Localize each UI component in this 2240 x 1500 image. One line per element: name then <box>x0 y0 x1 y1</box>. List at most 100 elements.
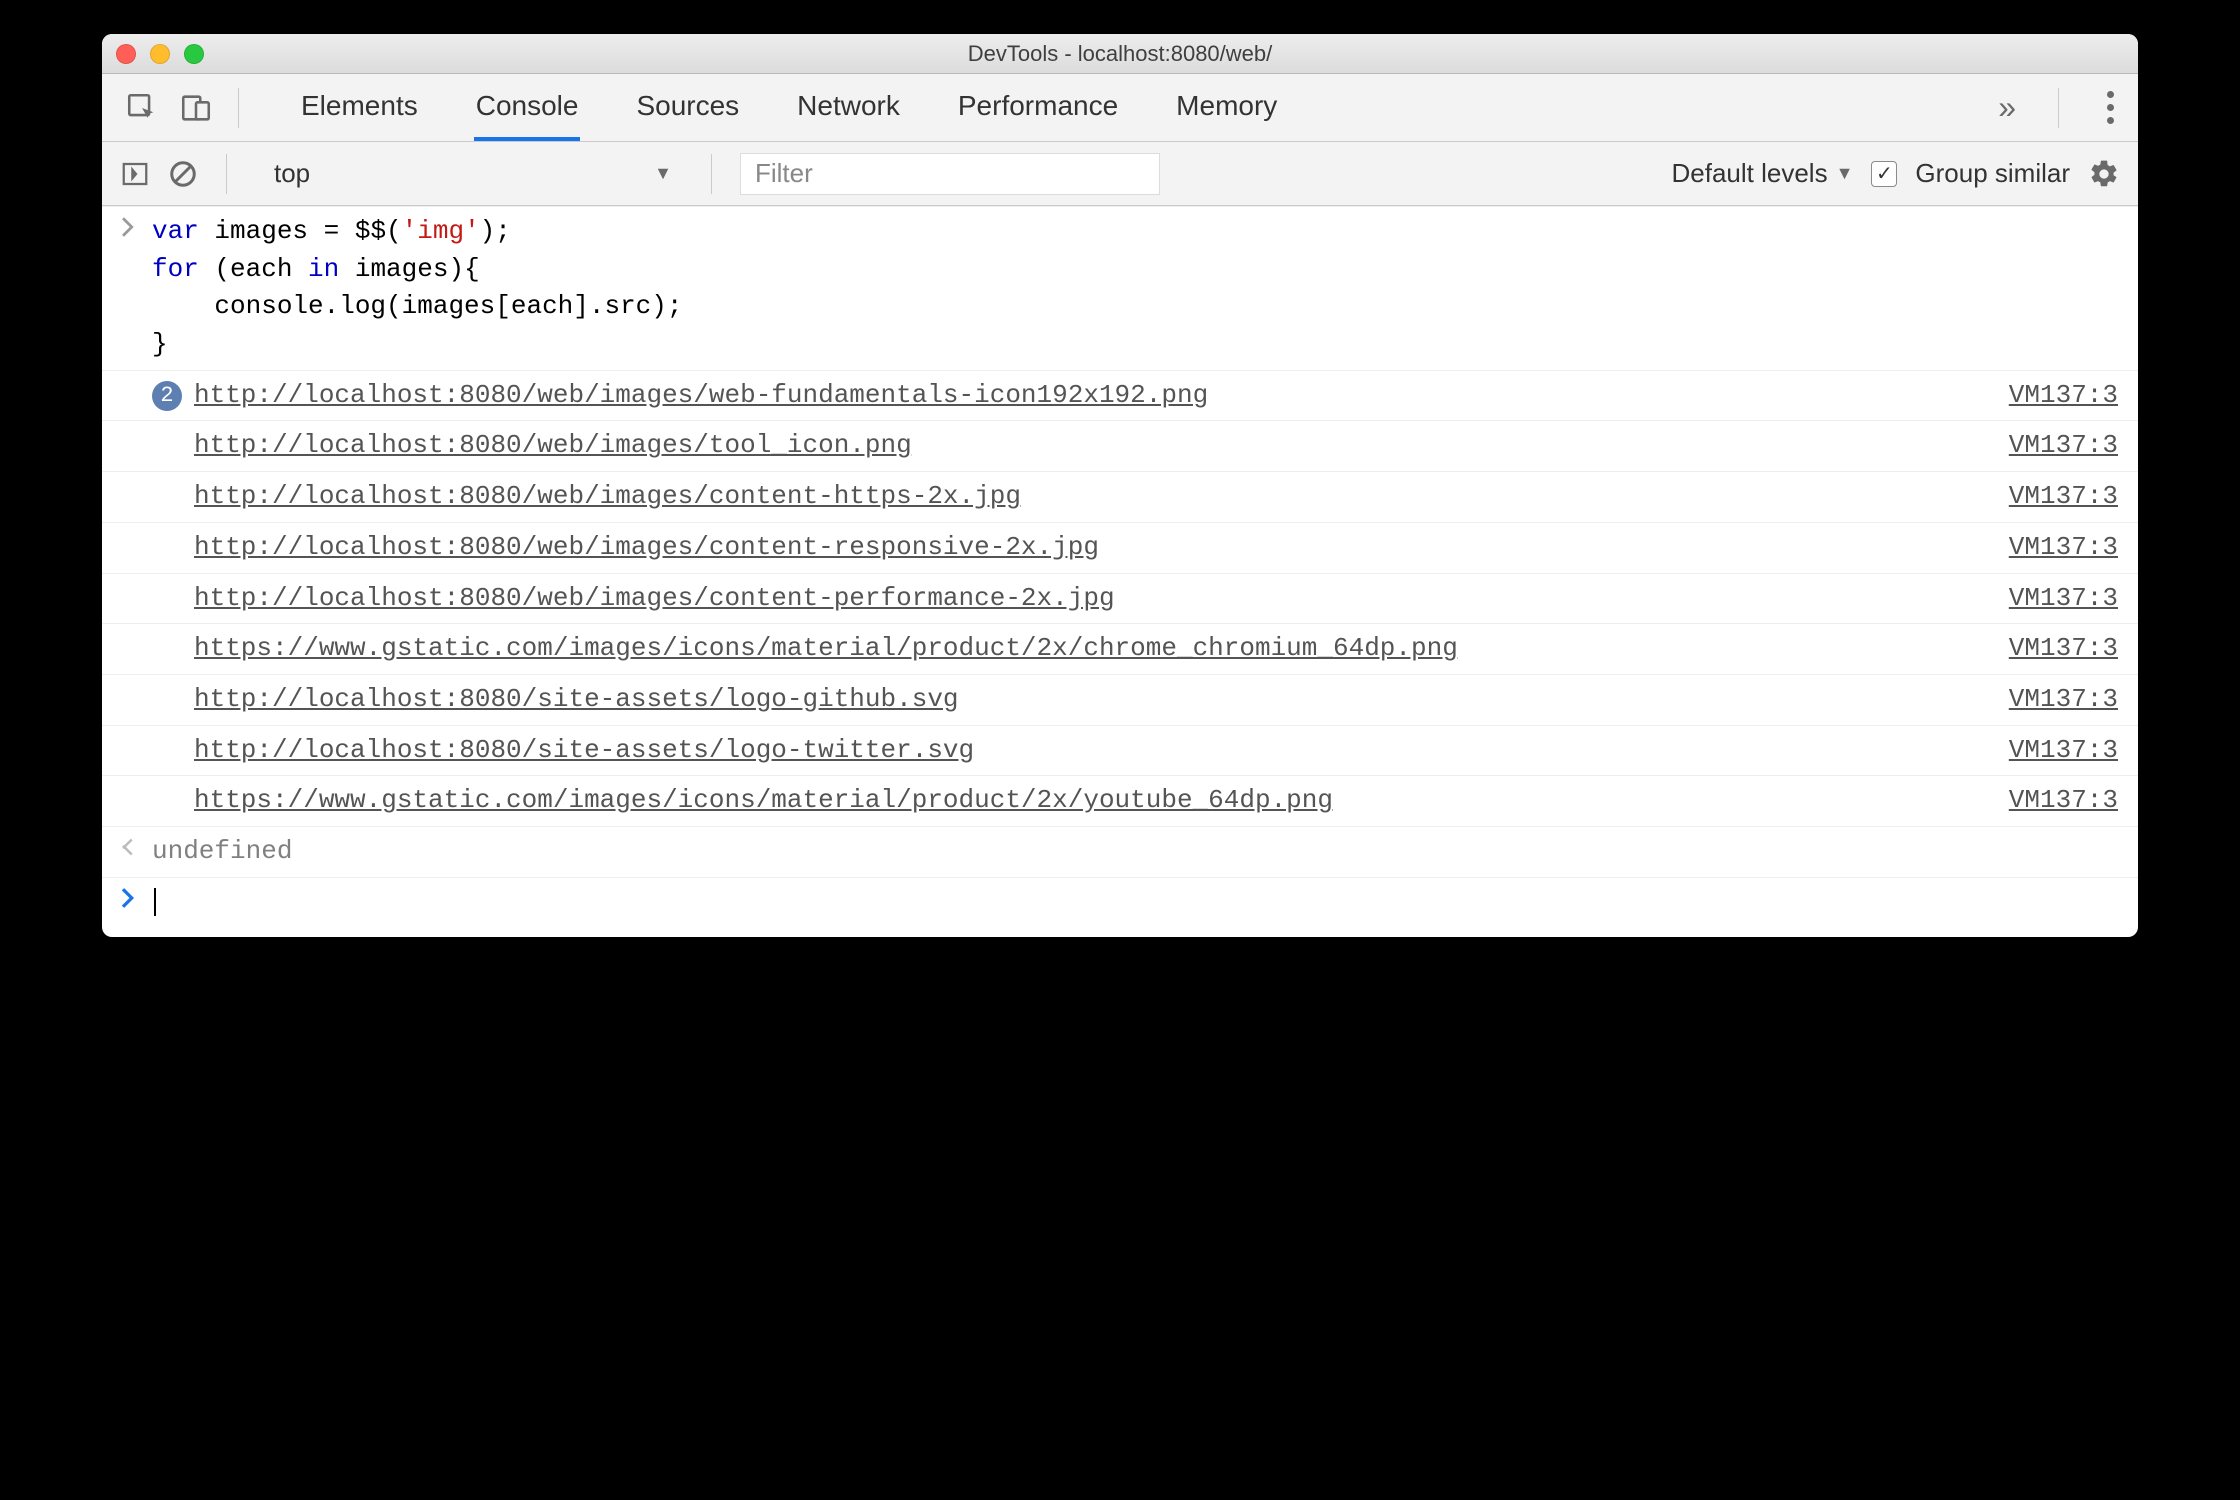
log-message: http://localhost:8080/site-assets/logo-t… <box>194 732 1977 770</box>
code-block: var images = $$('img'); for (each in ima… <box>152 213 2118 364</box>
log-message: https://www.gstatic.com/images/icons/mat… <box>194 782 1977 820</box>
log-content: https://www.gstatic.com/images/icons/mat… <box>152 782 2118 820</box>
log-message: http://localhost:8080/web/images/web-fun… <box>194 377 1977 415</box>
log-message: http://localhost:8080/web/images/content… <box>194 529 1977 567</box>
undefined-value: undefined <box>152 833 2118 871</box>
chevron-down-icon: ▼ <box>1836 163 1854 184</box>
log-gutter <box>116 732 140 736</box>
tab-console[interactable]: Console <box>474 74 581 141</box>
tabs-toolbar: Elements Console Sources Network Performance… <box>102 74 2138 142</box>
log-source-link[interactable]: VM137:3 <box>1989 630 2118 668</box>
device-toggle-icon[interactable] <box>174 86 218 130</box>
console-log-row: https://www.gstatic.com/images/icons/mat… <box>102 776 2138 827</box>
log-gutter <box>116 580 140 584</box>
log-gutter <box>116 427 140 431</box>
divider <box>711 154 712 194</box>
console-output: var images = $$('img'); for (each in ima… <box>102 206 2138 937</box>
log-source-link[interactable]: VM137:3 <box>1989 529 2118 567</box>
window-title: DevTools - localhost:8080/web/ <box>102 41 2138 67</box>
tab-memory[interactable]: Memory <box>1174 74 1279 141</box>
log-level-select[interactable]: Default levels ▼ <box>1672 158 1854 189</box>
log-message: http://localhost:8080/web/images/content… <box>194 478 1977 516</box>
console-input-echo: var images = $$('img'); for (each in ima… <box>102 206 2138 371</box>
console-log-row: http://localhost:8080/web/images/content… <box>102 523 2138 574</box>
filter-input[interactable] <box>740 153 1160 195</box>
console-toolbar: top ▼ Default levels ▼ ✓ Group similar <box>102 142 2138 206</box>
log-source-link[interactable]: VM137:3 <box>1989 478 2118 516</box>
log-message: http://localhost:8080/site-assets/logo-g… <box>194 681 1977 719</box>
zoom-icon[interactable] <box>184 44 204 64</box>
log-message: http://localhost:8080/web/images/tool_ic… <box>194 427 1977 465</box>
log-source-link[interactable]: VM137:3 <box>1989 580 2118 618</box>
console-prompt-input[interactable] <box>152 884 2118 922</box>
divider <box>238 88 239 128</box>
minimize-icon[interactable] <box>150 44 170 64</box>
log-url-link[interactable]: http://localhost:8080/site-assets/logo-t… <box>194 735 974 765</box>
tab-performance[interactable]: Performance <box>956 74 1120 141</box>
console-log-row: https://www.gstatic.com/images/icons/mat… <box>102 624 2138 675</box>
tab-elements[interactable]: Elements <box>299 74 420 141</box>
log-source-link[interactable]: VM137:3 <box>1989 681 2118 719</box>
return-value-row: undefined <box>102 827 2138 878</box>
log-url-link[interactable]: http://localhost:8080/web/images/tool_ic… <box>194 430 912 460</box>
log-source-link[interactable]: VM137:3 <box>1989 782 2118 820</box>
group-similar-label: Group similar <box>1915 158 2070 189</box>
console-log-row: http://localhost:8080/web/images/content… <box>102 574 2138 625</box>
prompt-chevron-icon <box>116 884 140 908</box>
overflow-tabs-icon[interactable]: » <box>1998 89 2016 126</box>
inspect-element-icon[interactable] <box>120 86 164 130</box>
execution-context-select[interactable]: top ▼ <box>263 153 683 194</box>
repeat-count-badge: 2 <box>152 381 182 411</box>
console-log-row: http://localhost:8080/web/images/tool_ic… <box>102 421 2138 472</box>
check-icon: ✓ <box>1876 161 1893 186</box>
console-log-row: http://localhost:8080/site-assets/logo-t… <box>102 726 2138 777</box>
log-gutter <box>116 630 140 634</box>
log-gutter <box>116 782 140 786</box>
tab-network[interactable]: Network <box>795 74 902 141</box>
log-content: https://www.gstatic.com/images/icons/mat… <box>152 630 2118 668</box>
log-source-link[interactable]: VM137:3 <box>1989 732 2118 770</box>
log-url-link[interactable]: http://localhost:8080/site-assets/logo-g… <box>194 684 959 714</box>
log-message: http://localhost:8080/web/images/content… <box>194 580 1977 618</box>
context-label: top <box>274 158 310 189</box>
level-label: Default levels <box>1672 158 1828 189</box>
log-content: http://localhost:8080/web/images/content… <box>152 478 2118 516</box>
log-content: http://localhost:8080/web/images/content… <box>152 580 2118 618</box>
console-log-row: http://localhost:8080/site-assets/logo-g… <box>102 675 2138 726</box>
log-gutter <box>116 681 140 685</box>
titlebar: DevTools - localhost:8080/web/ <box>102 34 2138 74</box>
log-url-link[interactable]: http://localhost:8080/web/images/web-fun… <box>194 380 1208 410</box>
traffic-lights <box>116 44 204 64</box>
log-url-link[interactable]: http://localhost:8080/web/images/content… <box>194 532 1099 562</box>
log-source-link[interactable]: VM137:3 <box>1989 377 2118 415</box>
log-url-link[interactable]: http://localhost:8080/web/images/content… <box>194 481 1021 511</box>
console-log-row: 2 http://localhost:8080/web/images/web-fu… <box>102 371 2138 422</box>
console-prompt-row[interactable] <box>102 878 2138 928</box>
log-content: 2 http://localhost:8080/web/images/web-fu… <box>152 377 2118 415</box>
log-gutter <box>116 529 140 533</box>
kebab-menu-icon[interactable] <box>2101 85 2120 130</box>
log-message: https://www.gstatic.com/images/icons/mat… <box>194 630 1977 668</box>
divider <box>226 154 227 194</box>
group-similar-checkbox[interactable]: ✓ <box>1871 161 1897 187</box>
divider <box>2058 88 2059 128</box>
console-settings-icon[interactable] <box>2088 152 2120 196</box>
input-chevron-icon <box>116 213 140 237</box>
log-source-link[interactable]: VM137:3 <box>1989 427 2118 465</box>
toggle-sidebar-icon[interactable] <box>120 152 150 196</box>
close-icon[interactable] <box>116 44 136 64</box>
log-content: http://localhost:8080/web/images/content… <box>152 529 2118 567</box>
log-gutter <box>116 478 140 482</box>
log-content: http://localhost:8080/site-assets/logo-g… <box>152 681 2118 719</box>
log-url-link[interactable]: https://www.gstatic.com/images/icons/mat… <box>194 785 1333 815</box>
tabs: Elements Console Sources Network Performance… <box>299 74 1279 141</box>
log-url-link[interactable]: https://www.gstatic.com/images/icons/mat… <box>194 633 1458 663</box>
devtools-window: DevTools - localhost:8080/web/ Elements C… <box>102 34 2138 937</box>
log-gutter <box>116 377 140 381</box>
log-content: http://localhost:8080/site-assets/logo-t… <box>152 732 2118 770</box>
chevron-down-icon: ▼ <box>654 163 672 184</box>
output-chevron-icon <box>116 833 140 857</box>
tab-sources[interactable]: Sources <box>634 74 741 141</box>
log-url-link[interactable]: http://localhost:8080/web/images/content… <box>194 583 1115 613</box>
clear-console-icon[interactable] <box>168 152 198 196</box>
